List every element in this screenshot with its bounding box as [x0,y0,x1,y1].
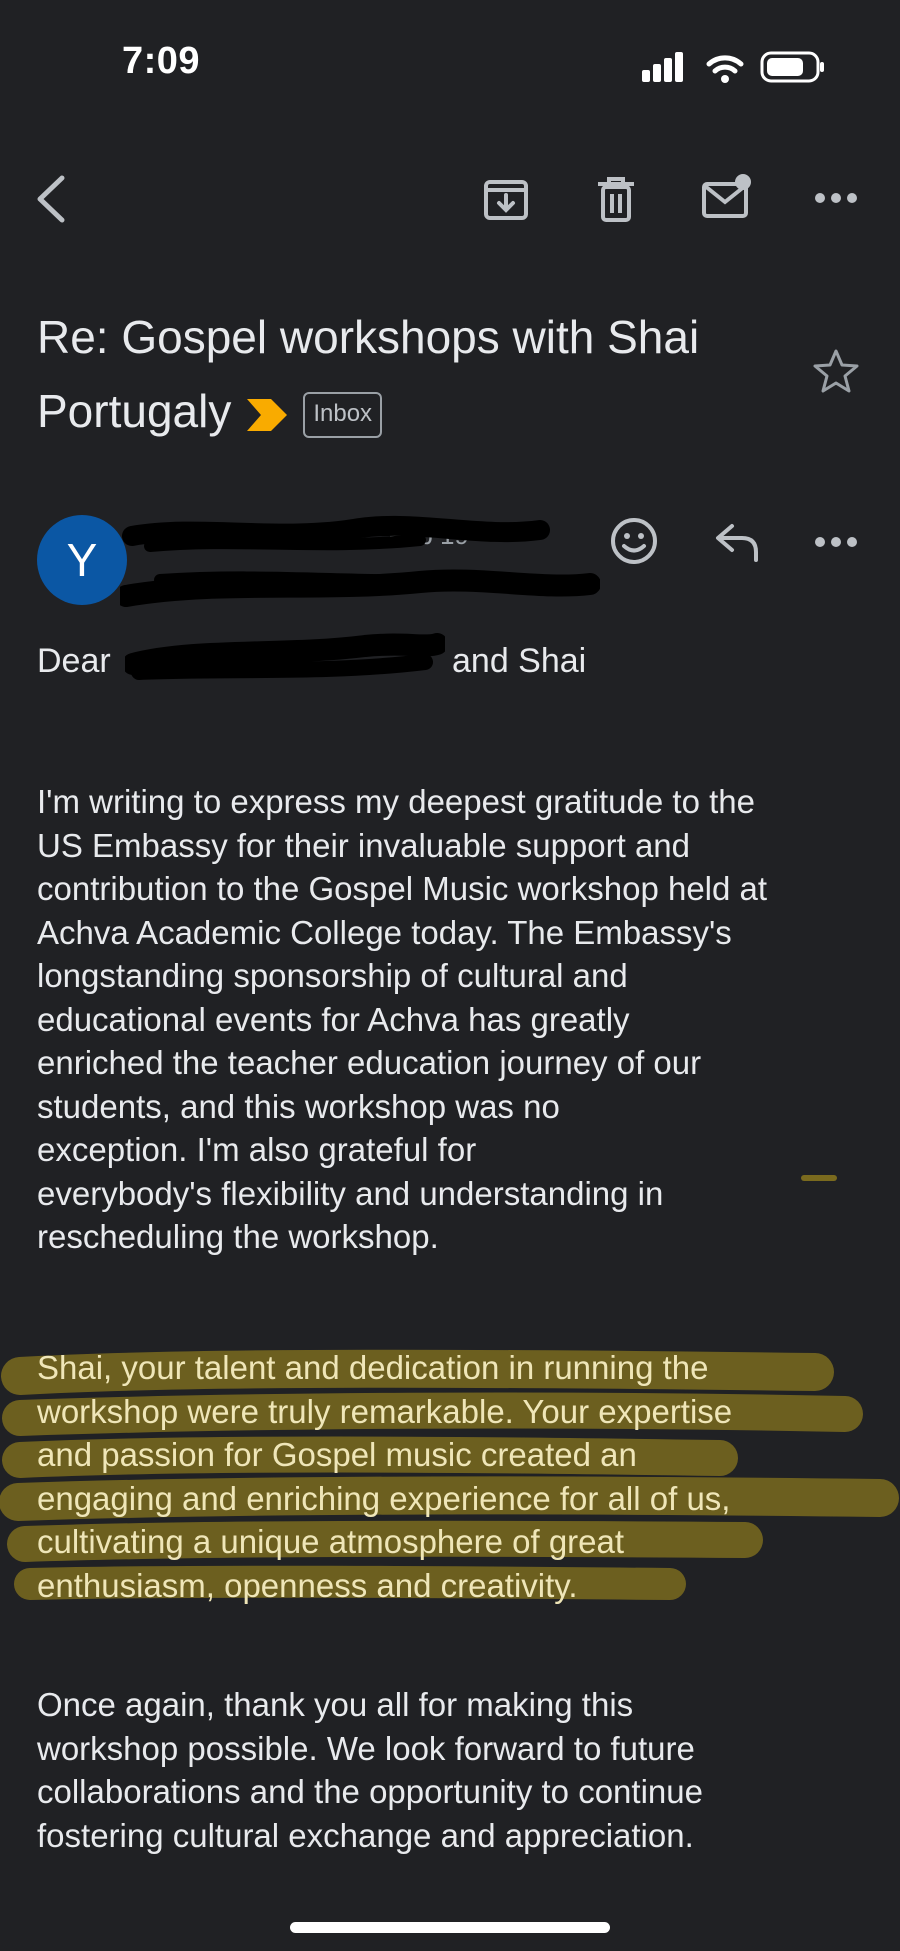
sender-avatar[interactable]: Y [37,515,127,605]
status-time: 7:09 [122,40,201,82]
email-paragraph-1: I'm writing to express my deepest gratit… [37,783,768,1255]
email-subject: Re: Gospel workshops with Shai Portugaly… [37,300,797,448]
more-icon[interactable] [812,190,860,206]
reply-icon[interactable] [712,520,762,564]
email-paragraph-2-highlighted: Shai, your talent and dedication in runn… [37,1349,733,1604]
wifi-icon [706,55,744,83]
importance-marker-icon[interactable] [245,396,289,434]
mail-unread-icon[interactable] [700,172,754,222]
cellular-signal-icon [642,52,683,82]
label-chip-inbox[interactable]: Inbox [303,391,383,438]
email-paragraph-3: Once again, thank you all for making thi… [37,1686,703,1854]
emoji-reaction-icon[interactable] [608,515,660,567]
archive-icon[interactable] [482,176,530,224]
battery-icon [760,51,824,83]
greeting-redaction-scribble [125,633,445,680]
message-more-icon[interactable] [812,534,860,550]
redaction-scribble [120,515,600,607]
greeting-suffix: and Shai [452,642,587,680]
back-icon[interactable] [30,174,70,224]
sender-date: Feb 19 [388,520,469,550]
star-icon[interactable] [812,348,860,394]
greeting-prefix: Dear [37,642,111,680]
home-indicator[interactable] [290,1922,610,1933]
trash-icon[interactable] [594,174,638,224]
